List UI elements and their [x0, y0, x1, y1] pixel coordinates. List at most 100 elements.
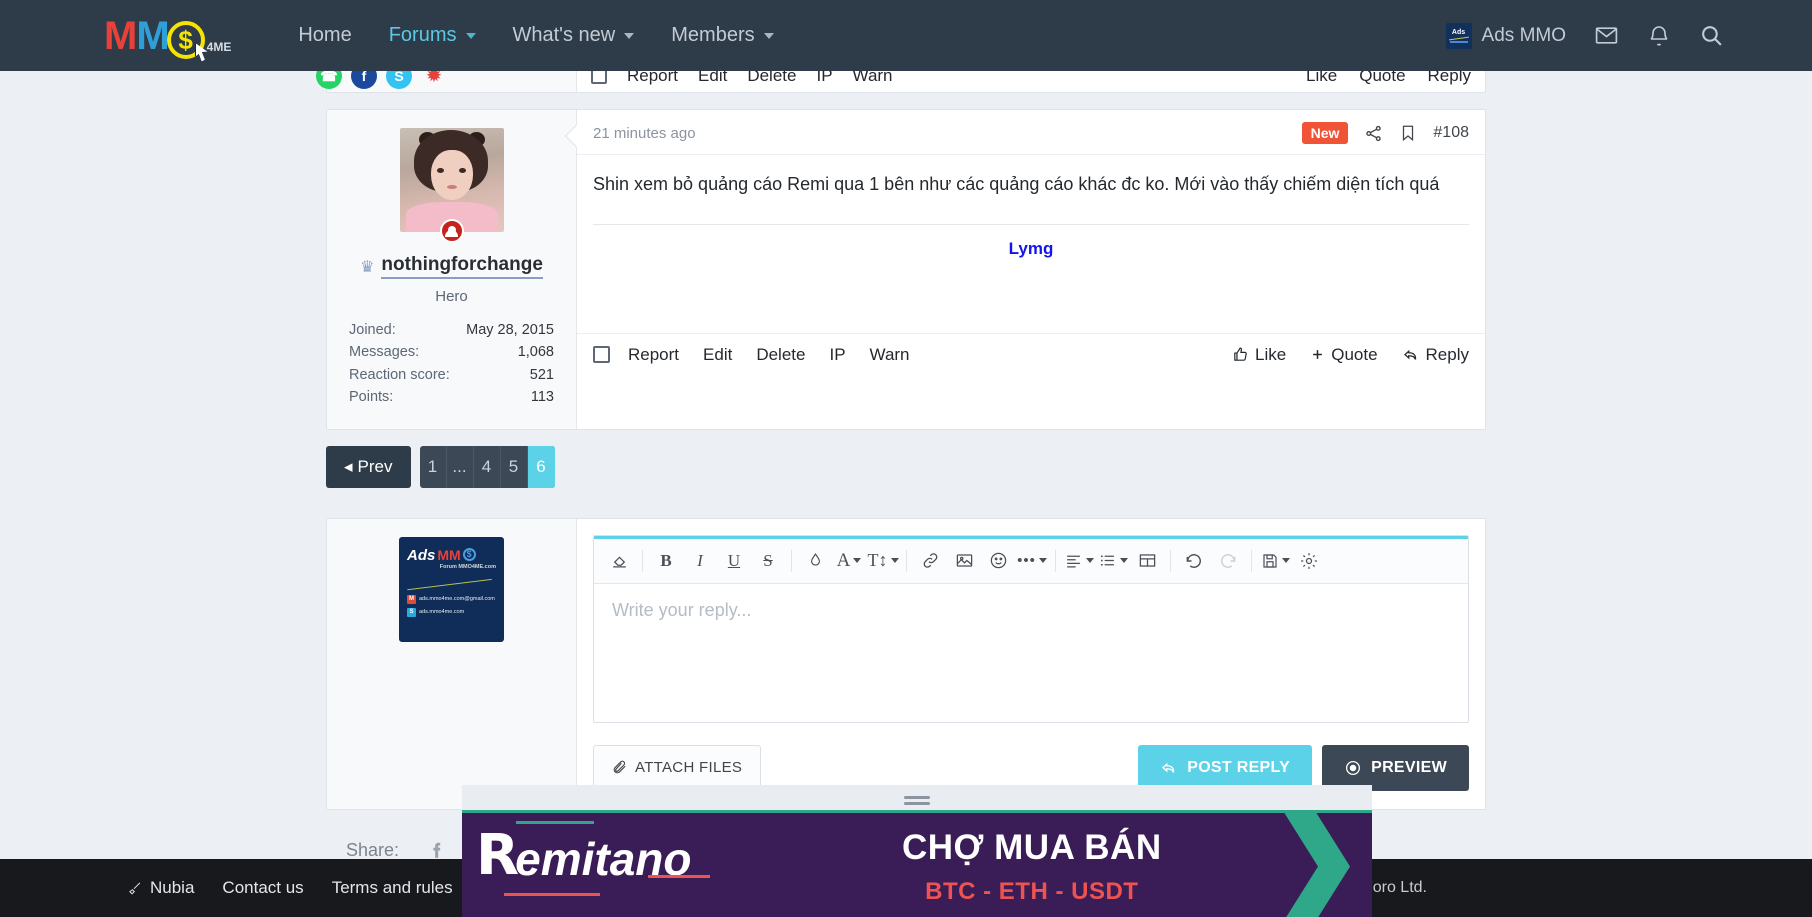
- reply-arrow-icon: [1162, 762, 1175, 773]
- post-edit-link[interactable]: Edit: [703, 345, 732, 365]
- preview-button[interactable]: PREVIEW: [1322, 744, 1469, 791]
- ad-collapse-handle[interactable]: [462, 785, 1372, 810]
- font-family-icon[interactable]: A: [832, 546, 866, 576]
- editor-sidebar: Ads MM $ Forum MMO4ME.com M ads.mmo4me.c…: [327, 518, 577, 809]
- undo-icon[interactable]: [1177, 546, 1211, 576]
- post-warn-link[interactable]: Warn: [870, 345, 910, 365]
- post-delete-link[interactable]: Delete: [756, 345, 805, 365]
- toolbar-separator: [1055, 549, 1056, 572]
- site-logo[interactable]: M M $ 4ME: [104, 13, 231, 62]
- post-timestamp[interactable]: 21 minutes ago: [593, 125, 696, 142]
- chevron-down-icon: [1281, 558, 1290, 564]
- pagination-prev-button[interactable]: ◂ Prev: [326, 445, 411, 488]
- footer-link-contact-us[interactable]: Contact us: [222, 878, 303, 898]
- stat-value-messages: 1,068: [517, 344, 554, 361]
- post-header: 21 minutes ago New #108: [577, 110, 1485, 155]
- image-icon[interactable]: [947, 546, 981, 576]
- stat-label-joined: Joined:: [349, 322, 396, 338]
- align-icon[interactable]: [1062, 546, 1096, 576]
- logo-coin-icon: $: [166, 20, 208, 62]
- post-body-text: Shin xem bỏ quảng cáo Remi qua 1 bên như…: [593, 174, 1440, 194]
- post-reply-button[interactable]: POST REPLY: [1138, 744, 1313, 791]
- signature-link[interactable]: Lymg: [1009, 239, 1054, 258]
- footer-link-nubia[interactable]: Nubia: [128, 878, 194, 898]
- chevron-down-icon: [763, 32, 774, 39]
- toolbar-separator: [1251, 549, 1252, 572]
- mail-icon[interactable]: [1594, 23, 1619, 48]
- nav-item-forums[interactable]: Forums: [372, 0, 493, 71]
- nav-item-home[interactable]: Home: [281, 0, 368, 71]
- italic-icon[interactable]: I: [683, 546, 717, 576]
- link-icon[interactable]: [913, 546, 947, 576]
- remove-format-icon[interactable]: [602, 546, 636, 576]
- nav-item-whats-new[interactable]: What's new: [496, 0, 652, 71]
- quote-button[interactable]: Quote: [1310, 345, 1378, 365]
- post-report-link[interactable]: Report: [628, 345, 679, 365]
- settings-gear-icon[interactable]: [1292, 546, 1326, 576]
- nav-item-members[interactable]: Members: [654, 0, 790, 71]
- stat-row-reaction-score: Reaction score: 521: [349, 364, 554, 386]
- share-icon[interactable]: [1364, 124, 1383, 143]
- post-number[interactable]: #108: [1433, 124, 1469, 142]
- like-button[interactable]: Like: [1232, 345, 1286, 365]
- editor-box: B I U S A T↕ ••• Write your reply...: [593, 534, 1469, 723]
- toolbar-separator: [906, 549, 907, 572]
- avatar[interactable]: [399, 128, 504, 232]
- toolbar-separator: [642, 549, 643, 572]
- search-icon[interactable]: [1699, 23, 1724, 48]
- ad-brand-initial: R: [476, 823, 520, 888]
- pagination-page-5[interactable]: 5: [501, 445, 528, 488]
- strikethrough-icon[interactable]: S: [751, 546, 785, 576]
- font-size-icon[interactable]: T↕: [866, 546, 900, 576]
- redo-icon[interactable]: [1211, 546, 1245, 576]
- post-author-sidebar: ♛ nothingforchange Hero Joined: May 28, …: [327, 110, 577, 429]
- pagination-page-4[interactable]: 4: [474, 445, 501, 488]
- ads-banner-coin-icon: $: [462, 547, 476, 561]
- reply-textarea[interactable]: Write your reply...: [594, 584, 1468, 722]
- post-ip-link[interactable]: IP: [829, 345, 845, 365]
- chevron-down-icon: [890, 558, 899, 564]
- ads-banner-site: ads.mmo4me.com: [419, 609, 465, 616]
- post-header-right: New #108: [1301, 122, 1469, 144]
- content-wrapper: ☎ f S ✹ Report Edit Delete IP Warn Like …: [316, 61, 1486, 864]
- remitano-ad-overlay: R emitano CHỢ MUA BÁN BTC - ETH - USDT: [462, 785, 1372, 917]
- drag-handle-icon: [904, 796, 930, 805]
- author-username[interactable]: nothingforchange: [381, 254, 543, 279]
- ad-red-line-1: [504, 892, 600, 896]
- bold-icon[interactable]: B: [649, 546, 683, 576]
- post-select-checkbox[interactable]: [593, 346, 610, 364]
- more-options-icon[interactable]: •••: [1015, 546, 1049, 576]
- reply-label: Reply: [1425, 344, 1469, 364]
- remitano-ad-banner[interactable]: R emitano CHỢ MUA BÁN BTC - ETH - USDT: [462, 810, 1372, 917]
- emoji-icon[interactable]: [981, 546, 1015, 576]
- nav-label-forums: Forums: [388, 24, 457, 46]
- prev-arrow-icon: ◂: [344, 456, 353, 476]
- pagination-pages: 1 ... 4 5 6: [419, 445, 555, 488]
- ads-banner-ads-text: Ads: [407, 546, 436, 564]
- pagination-page-6-active[interactable]: 6: [527, 445, 555, 488]
- table-icon[interactable]: [1130, 546, 1164, 576]
- bell-icon[interactable]: [1647, 24, 1671, 48]
- avatar-wrapper: [349, 128, 554, 243]
- list-icon[interactable]: [1096, 546, 1130, 576]
- ad-red-line-2: [648, 874, 710, 878]
- pagination-page-ellipsis[interactable]: ...: [447, 445, 474, 488]
- attach-files-button[interactable]: ATTACH FILES: [593, 745, 762, 791]
- editor-main: B I U S A T↕ ••• Write your reply... ATT…: [577, 519, 1485, 809]
- draft-icon[interactable]: [1258, 546, 1292, 576]
- ads-mmo-label: Ads MMO: [1481, 24, 1566, 46]
- bookmark-icon[interactable]: [1399, 124, 1417, 142]
- ads-mmo-link[interactable]: Ads Ads MMO: [1445, 22, 1566, 49]
- ads-mmo-banner[interactable]: Ads MM $ Forum MMO4ME.com M ads.mmo4me.c…: [399, 536, 504, 642]
- ad-subtitle: BTC - ETH - USDT: [925, 877, 1139, 905]
- post-footer-actions: Report Edit Delete IP Warn Like Quote Re…: [577, 332, 1485, 378]
- pagination-page-1[interactable]: 1: [420, 445, 447, 488]
- chevron-down-icon: [1120, 558, 1128, 564]
- text-color-icon[interactable]: [798, 546, 832, 576]
- pagination-prev-label: Prev: [357, 456, 393, 476]
- footer-link-terms-and-rules[interactable]: Terms and rules: [332, 878, 453, 898]
- reply-button[interactable]: Reply: [1402, 345, 1469, 365]
- underline-icon[interactable]: U: [717, 546, 751, 576]
- stat-label-messages: Messages:: [349, 344, 420, 361]
- logo-letter-m1: M: [104, 13, 137, 58]
